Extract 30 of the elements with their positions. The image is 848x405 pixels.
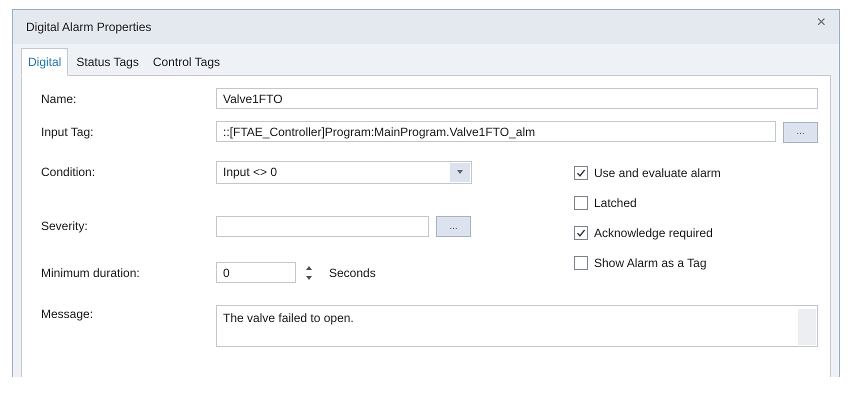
tab[interactable]: Status Tags	[70, 49, 145, 75]
checkbox-label: Show Alarm as a Tag	[594, 254, 707, 272]
checkbox[interactable]	[574, 226, 588, 240]
field-label: Minimum duration:	[41, 264, 141, 282]
checkbox[interactable]	[574, 196, 588, 210]
number-field[interactable]: 0	[216, 262, 296, 283]
checkbox[interactable]	[574, 256, 588, 270]
unit-label: Seconds	[329, 264, 376, 282]
checkbox-label: Latched	[594, 194, 637, 212]
field-label: Severity:	[41, 218, 89, 236]
text-field[interactable]	[216, 216, 429, 237]
tab[interactable]: Digital	[21, 48, 68, 76]
text-field[interactable]: ::[FTAE_Controller]Program:MainProgram.Valve1FTO_alm	[216, 121, 776, 142]
field-label: Name:	[41, 90, 78, 108]
checkbox-label: Acknowledge required	[594, 224, 713, 242]
text-field[interactable]: Valve1FTO	[216, 88, 818, 109]
window-title: Digital Alarm Properties	[26, 19, 152, 36]
field-label: Message:	[41, 306, 94, 323]
checkbox[interactable]	[574, 166, 588, 180]
tab[interactable]: Control Tags	[146, 49, 226, 75]
message-field[interactable]: The valve failed to open.	[216, 305, 818, 347]
close-button[interactable]: ×	[816, 15, 826, 31]
checkbox-label: Use and evaluate alarm	[594, 164, 721, 182]
condition-dropdown[interactable]: Input <> 0	[216, 160, 472, 184]
browse-button[interactable]: ...	[436, 216, 471, 237]
scrollbar[interactable]	[798, 309, 816, 345]
browse-button[interactable]: ...	[783, 122, 818, 142]
field-label: Condition:	[41, 164, 96, 181]
spinner-icon[interactable]	[306, 264, 312, 280]
field-label: Input Tag:	[41, 124, 94, 141]
